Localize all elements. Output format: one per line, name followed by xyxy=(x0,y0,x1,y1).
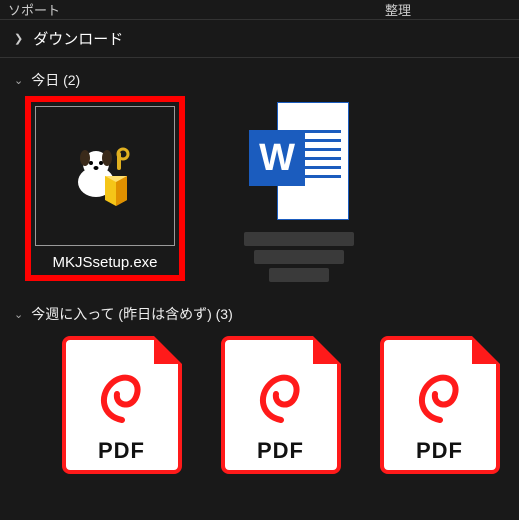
file-item-word[interactable]: W xyxy=(204,96,394,286)
file-thumbnail xyxy=(35,106,175,246)
file-item-pdf[interactable]: PDF xyxy=(42,336,201,474)
pdf-icon: PDF xyxy=(62,336,182,474)
toolbar: ソポート 整理 xyxy=(0,0,519,20)
pdf-label: PDF xyxy=(66,438,178,464)
breadcrumb[interactable]: ❯ ダウンロード xyxy=(0,20,519,58)
group-thisweek-items: PDF PDF PDF xyxy=(0,330,519,478)
toolbar-left-label: ソポート xyxy=(8,0,385,19)
group-label: 今日 (2) xyxy=(31,70,80,90)
group-header-today[interactable]: ⌄ 今日 (2) xyxy=(0,58,519,96)
group-header-thisweek[interactable]: ⌄ 今週に入って (昨日は含めず) (3) xyxy=(0,292,519,330)
pdf-icon: PDF xyxy=(221,336,341,474)
app-dog-icon xyxy=(73,144,137,208)
group-label: 今週に入って (昨日は含めず) (3) xyxy=(31,304,233,324)
pdf-icon: PDF xyxy=(380,336,500,474)
file-name: MKJSsetup.exe xyxy=(35,254,175,271)
chevron-down-icon: ⌄ xyxy=(14,308,23,321)
toolbar-right-label[interactable]: 整理 xyxy=(385,0,511,19)
file-item-pdf[interactable]: PDF xyxy=(360,336,519,474)
pdf-label: PDF xyxy=(225,438,337,464)
breadcrumb-location: ダウンロード xyxy=(33,28,123,49)
file-list: ⌄ 今日 (2) xyxy=(0,58,519,478)
group-today-items: MKJSsetup.exe W xyxy=(0,96,519,286)
file-item-exe[interactable]: MKJSsetup.exe xyxy=(10,96,200,286)
chevron-right-icon: ❯ xyxy=(14,32,23,45)
pdf-label: PDF xyxy=(384,438,496,464)
word-doc-icon: W xyxy=(249,102,349,222)
selection-highlight: MKJSsetup.exe xyxy=(25,96,185,281)
chevron-down-icon: ⌄ xyxy=(14,74,23,87)
file-item-pdf[interactable]: PDF xyxy=(201,336,360,474)
file-name-redacted xyxy=(239,232,359,282)
